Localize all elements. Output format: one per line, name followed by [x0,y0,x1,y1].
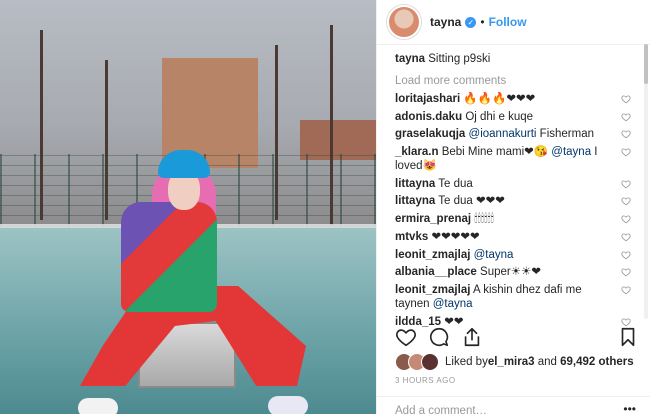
follow-button[interactable]: Follow [489,15,527,29]
comment-text: adonis.daku Oj dhi e kuqe [395,110,613,124]
separator-dot: • [480,15,485,29]
likes-count[interactable]: 69,492 others [560,356,634,368]
comment-text: littayna Te dua ❤❤❤ [395,194,613,208]
verified-badge-icon: ✓ [465,16,477,28]
comment-username[interactable]: mtvks [395,231,428,243]
comment-mention[interactable]: @tayna [433,298,473,310]
comment-body: Te dua ❤❤❤ [438,195,505,208]
comment-like-heart-icon[interactable] [621,179,631,189]
caption-username[interactable]: tayna [395,53,425,65]
photo-person-jacket [121,202,217,312]
post-caption: tayna Sitting p9ski [395,52,631,66]
comments-scrollbar[interactable] [643,44,649,319]
comment-like-heart-icon[interactable] [621,214,631,224]
likes-and: and [534,356,561,368]
caption-text: Sitting p9ski [428,53,491,65]
photo-shoe [268,396,308,414]
post-timestamp[interactable]: 3 HOURS AGO [395,376,456,385]
avatar[interactable] [387,5,421,39]
comment-username[interactable]: ermira_prenaj [395,213,471,225]
comment-like-heart-icon[interactable] [621,147,631,157]
comment-like-heart-icon[interactable] [621,250,631,260]
post-details-panel: tayna ✓ • Follow tayna Sitting p9ski Loa… [376,0,650,417]
comment-text: littayna Te dua [395,177,613,191]
comment-row: graselakuqja @ioannakurti Fisherman [395,127,631,141]
comment-text: albania__place Super☀☀❤ [395,265,613,279]
post-header: tayna ✓ • Follow [377,0,650,45]
likes-row: Liked by el_mira3 and 69,492 others [395,353,634,371]
comment-username[interactable]: littayna [395,178,435,190]
comment-like-heart-icon[interactable] [621,129,631,139]
username[interactable]: tayna [430,15,461,29]
comment-row: littayna Te dua [395,177,631,191]
comment-body: 🕯🕯🕯🕯🕯🕯 [474,213,494,226]
comment-like-heart-icon[interactable] [621,285,631,295]
comment-username[interactable]: leonit_zmajlaj [395,284,470,296]
comment-username[interactable]: adonis.daku [395,111,462,123]
comment-like-heart-icon[interactable] [621,196,631,206]
comment-body: 🔥🔥🔥❤❤❤ [463,93,536,105]
comment-text: graselakuqja @ioannakurti Fisherman [395,127,613,141]
add-comment-placeholder: Add a comment… [395,405,488,417]
comment-icon[interactable] [428,326,450,348]
comment-row: mtvks ❤❤❤❤❤ [395,230,631,244]
post-photo[interactable] [0,0,376,414]
comment-text: ermira_prenaj 🕯🕯🕯🕯🕯🕯 [395,212,613,226]
comment-row: albania__place Super☀☀❤ [395,265,631,279]
bookmark-icon[interactable] [617,326,639,348]
comment-like-heart-icon[interactable] [621,267,631,277]
comment-username[interactable]: albania__place [395,266,477,278]
comment-username[interactable]: littayna [395,195,435,207]
comment-username[interactable]: _klara.n [395,146,438,158]
likes-user[interactable]: el_mira3 [488,356,535,368]
comment-body: ❤❤❤❤❤ [431,230,480,243]
share-icon[interactable] [461,326,483,348]
comment-text: mtvks ❤❤❤❤❤ [395,230,613,244]
comment-body: Super☀☀❤ [480,266,541,279]
comment-like-heart-icon[interactable] [621,112,631,122]
comment-row: leonit_zmajlaj @tayna [395,248,631,262]
comment-username[interactable]: loritajashari [395,93,460,105]
comment-username[interactable]: graselakuqja [395,128,465,140]
comment-row: ermira_prenaj 🕯🕯🕯🕯🕯🕯 [395,212,631,226]
comment-row: leonit_zmajlaj A kishin dhez dafi me tay… [395,283,631,311]
comment-text: _klara.n Bebi Mine mami❤😘 @tayna I loved… [395,145,613,173]
photo-shoe [78,398,118,414]
comment-username[interactable]: leonit_zmajlaj [395,249,470,261]
comment-body: Bebi Mine mami❤😘 [441,146,552,159]
liker-avatar[interactable] [421,353,439,371]
post-actions [395,326,635,350]
comment-like-heart-icon[interactable] [621,232,631,242]
comment-row: adonis.daku Oj dhi e kuqe [395,110,631,124]
comment-mention[interactable]: @ioannakurti [469,128,537,140]
comment-body: Oj dhi e kuqe [465,110,534,123]
comment-row: littayna Te dua ❤❤❤ [395,194,631,208]
comments-list: tayna Sitting p9ski Load more comments l… [395,52,631,332]
comment-text: leonit_zmajlaj A kishin dhez dafi me tay… [395,283,613,311]
comment-text: loritajashari 🔥🔥🔥❤❤❤ [395,92,613,106]
comment-mention[interactable]: @tayna [551,146,591,158]
comment-text: leonit_zmajlaj @tayna [395,248,613,262]
comment-mention[interactable]: @tayna [474,249,514,261]
comment-row: _klara.n Bebi Mine mami❤😘 @tayna I loved… [395,145,631,173]
heart-icon[interactable] [395,326,417,348]
comment-row: loritajashari 🔥🔥🔥❤❤❤ [395,92,631,106]
comment-body: Fisherman [536,128,594,141]
comment-body: Te dua [438,177,473,190]
comment-like-heart-icon[interactable] [621,94,631,104]
likes-prefix: Liked by [445,356,488,368]
load-more-comments-button[interactable]: Load more comments [395,74,631,88]
